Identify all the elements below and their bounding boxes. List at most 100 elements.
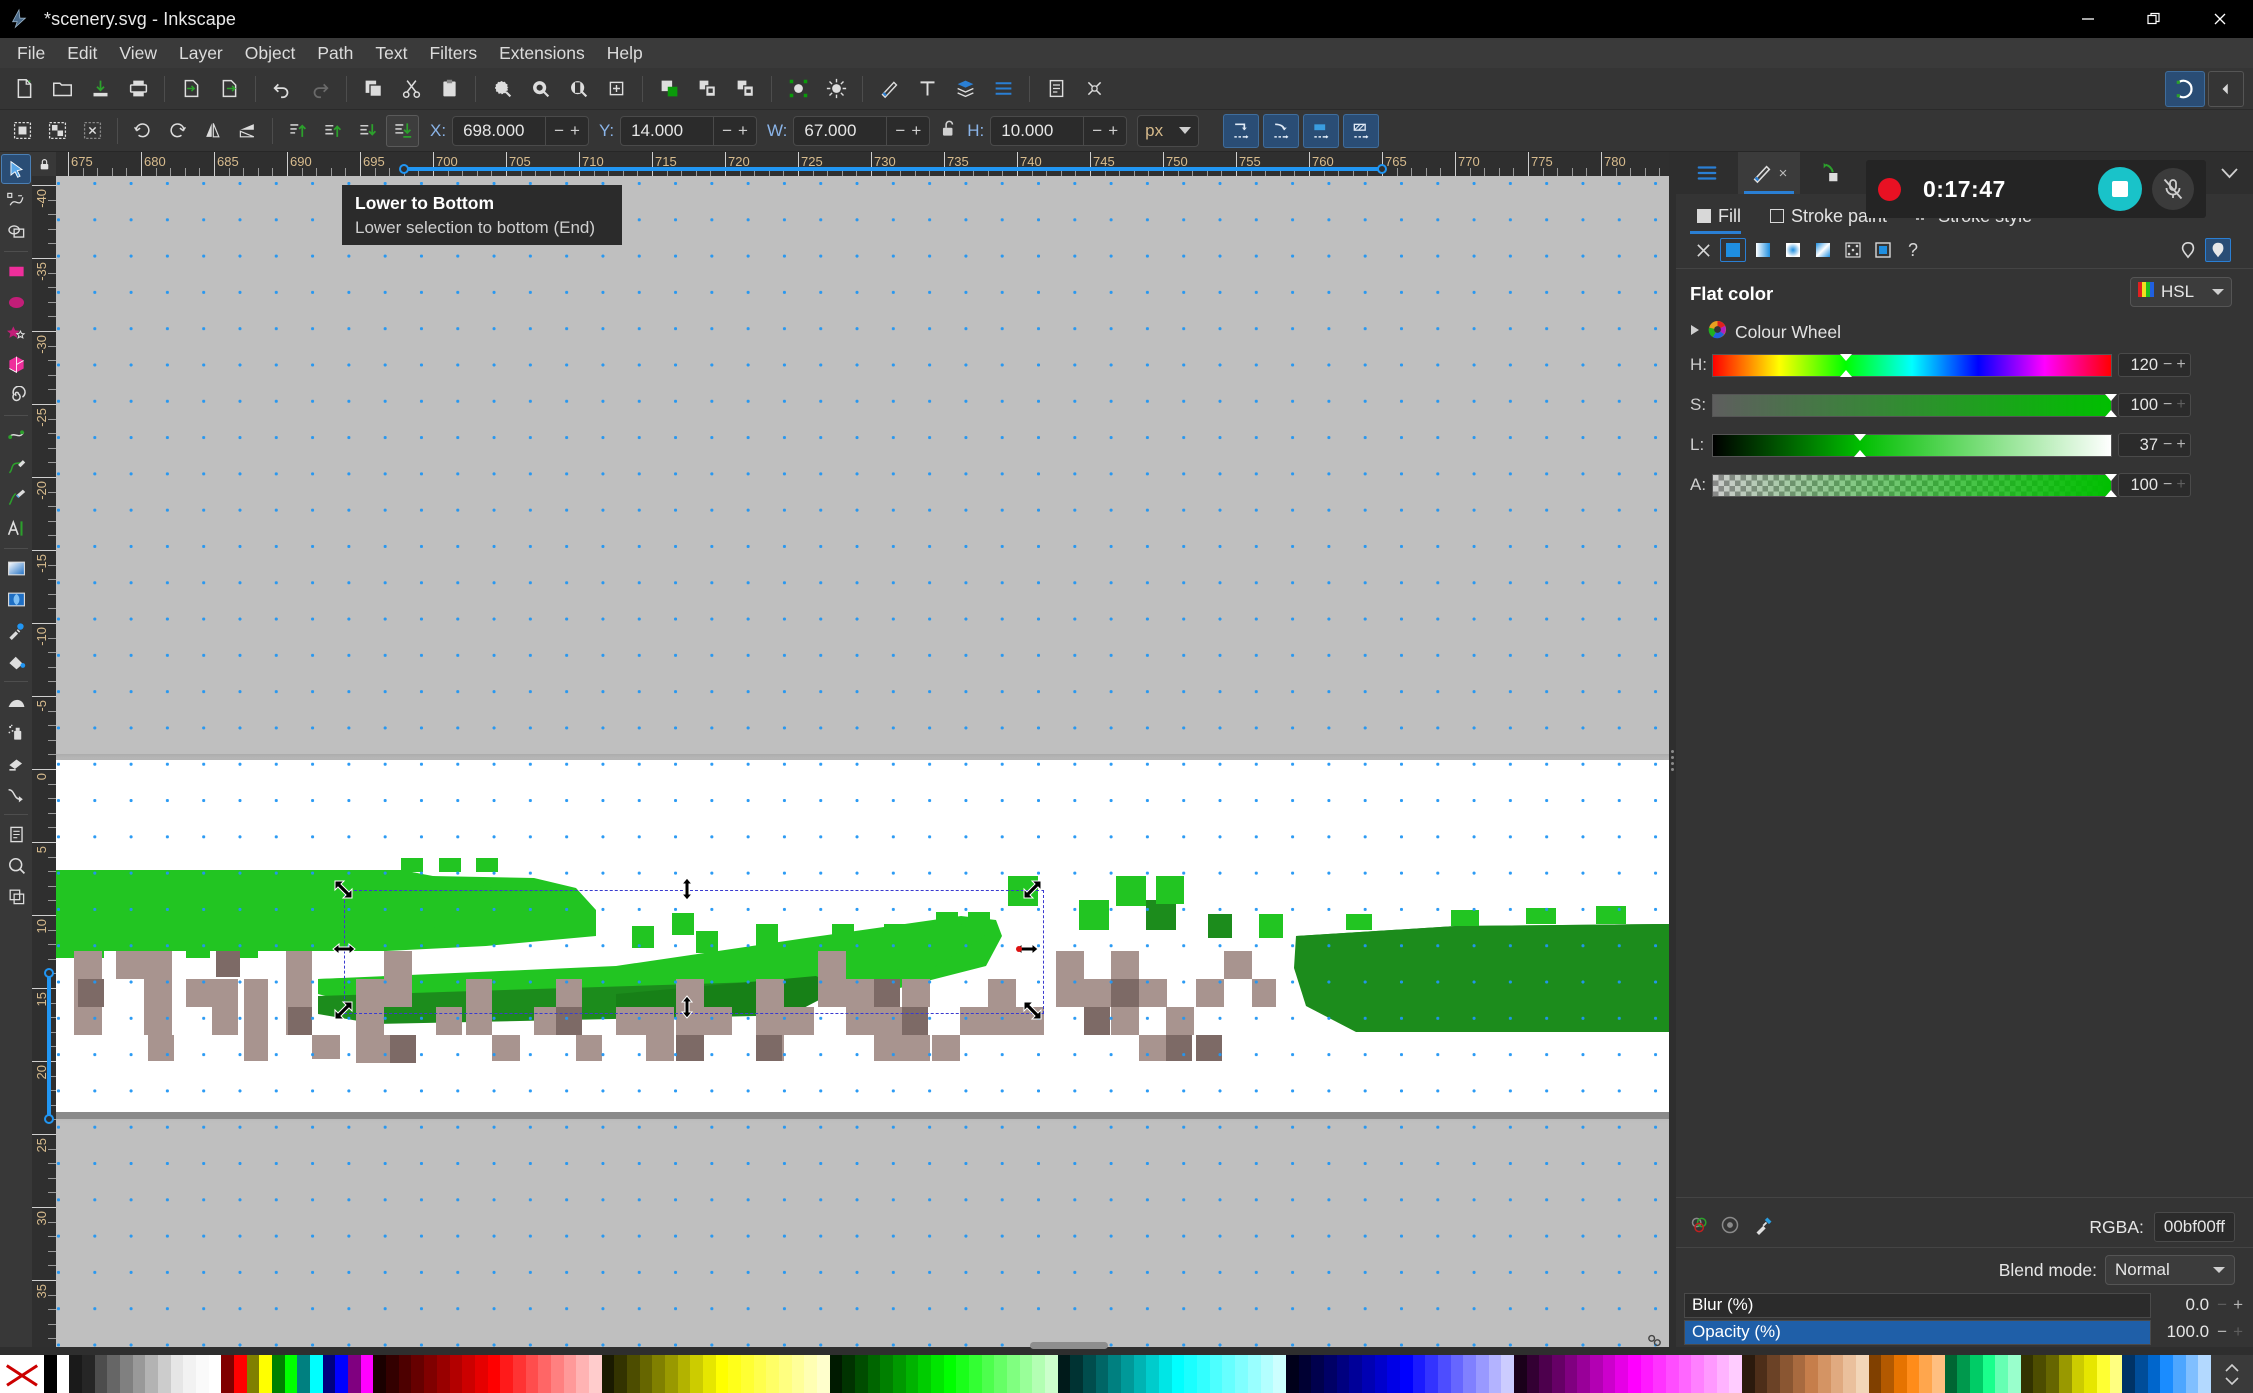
palette-swatch[interactable] [778, 1355, 792, 1393]
palette-swatch[interactable] [1285, 1355, 1299, 1393]
menu-filters[interactable]: Filters [418, 40, 488, 67]
menu-file[interactable]: File [6, 40, 56, 67]
resize-ne-icon[interactable] [1018, 878, 1044, 904]
palette-swatch[interactable] [1666, 1355, 1679, 1393]
eraser-tool[interactable] [1, 748, 31, 778]
palette-swatch[interactable] [411, 1355, 425, 1393]
box3d-tool[interactable] [1, 349, 31, 379]
palette-swatch[interactable] [1970, 1355, 1983, 1393]
palette-swatch[interactable] [107, 1355, 121, 1393]
palette-swatch[interactable] [1894, 1355, 1907, 1393]
palette-swatch[interactable] [1830, 1355, 1844, 1393]
palette-swatch[interactable] [1982, 1355, 1996, 1393]
palette-swatch[interactable] [842, 1355, 855, 1393]
copy-icon[interactable] [355, 71, 391, 107]
y-stepper[interactable]: − + [713, 116, 756, 145]
color-palette[interactable] [0, 1355, 2253, 1393]
paste-icon[interactable] [431, 71, 467, 107]
deselect-icon[interactable] [76, 115, 109, 147]
palette-swatch[interactable] [234, 1355, 247, 1393]
ungroup-icon[interactable] [727, 71, 763, 107]
tweak-tool[interactable] [1, 686, 31, 716]
palette-swatch[interactable] [880, 1355, 894, 1393]
raise-to-top-icon[interactable] [281, 115, 314, 147]
spray-tool[interactable] [1, 717, 31, 747]
ellipse-tool[interactable] [1, 287, 31, 317]
palette-swatch[interactable] [2071, 1355, 2085, 1393]
palette-swatch[interactable] [2160, 1355, 2173, 1393]
menu-path[interactable]: Path [306, 40, 364, 67]
menu-extensions[interactable]: Extensions [488, 40, 596, 67]
palette-swatch[interactable] [500, 1355, 513, 1393]
palette-swatch[interactable] [1742, 1355, 1755, 1393]
palette-swatch[interactable] [474, 1355, 488, 1393]
gradient-tool[interactable] [1, 553, 31, 583]
palette-swatch[interactable] [867, 1355, 881, 1393]
palette-swatch[interactable] [1146, 1355, 1160, 1393]
select-all-layers-icon[interactable] [41, 115, 74, 147]
paint-pattern-button[interactable] [1840, 238, 1866, 262]
palette-swatch[interactable] [690, 1355, 703, 1393]
palette-swatch[interactable] [969, 1355, 982, 1393]
calligraphy-tool[interactable] [1, 482, 31, 512]
raise-icon[interactable] [316, 115, 349, 147]
palette-swatch[interactable] [1349, 1355, 1362, 1393]
unit-select[interactable]: px [1137, 114, 1200, 147]
pen-tool[interactable] [1, 451, 31, 481]
palette-swatch[interactable] [1589, 1355, 1603, 1393]
rotate-cw-icon[interactable] [161, 115, 194, 147]
rotation-lock-icon[interactable] [1640, 1330, 1668, 1350]
palette-swatch[interactable] [2020, 1355, 2034, 1393]
no-color-swatch[interactable] [0, 1355, 44, 1393]
palette-swatch[interactable] [1653, 1355, 1666, 1393]
palette-swatch[interactable] [1792, 1355, 1806, 1393]
fillrule-evenodd-button[interactable] [2175, 238, 2201, 262]
affect-gradients-icon[interactable] [1303, 113, 1340, 148]
color-space-select[interactable]: HSL [2130, 277, 2232, 307]
palette-swatch[interactable] [816, 1355, 830, 1393]
hue-value-field[interactable]: 120 − + [2118, 353, 2191, 377]
palette-swatch[interactable] [1209, 1355, 1223, 1393]
palette-swatch[interactable] [1678, 1355, 1692, 1393]
palette-swatch[interactable] [1374, 1355, 1388, 1393]
palette-swatch[interactable] [1767, 1355, 1781, 1393]
export-icon[interactable] [211, 71, 247, 107]
h-field[interactable]: 10.000 − + [990, 115, 1128, 146]
zoom-page-icon[interactable] [560, 71, 596, 107]
palette-swatch[interactable] [664, 1355, 678, 1393]
x-stepper[interactable]: − + [545, 116, 588, 145]
palette-swatch[interactable] [335, 1355, 349, 1393]
lightness-value-field[interactable]: 37 − + [2118, 433, 2191, 457]
palette-swatch[interactable] [855, 1355, 868, 1393]
star-tool[interactable] [1, 318, 31, 348]
palette-swatch[interactable] [905, 1355, 919, 1393]
palette-swatch[interactable] [1856, 1355, 1869, 1393]
palette-swatch[interactable] [1007, 1355, 1020, 1393]
menu-help[interactable]: Help [596, 40, 654, 67]
resize-s-icon[interactable] [674, 994, 700, 1020]
microphone-muted-button[interactable] [2152, 168, 2194, 210]
palette-swatch[interactable] [753, 1355, 767, 1393]
palette-swatch[interactable] [2185, 1355, 2199, 1393]
palette-swatch[interactable] [259, 1355, 273, 1393]
palette-swatch[interactable] [69, 1355, 83, 1393]
palette-swatch[interactable] [208, 1355, 222, 1393]
vertical-ruler[interactable]: -40 -35 -30 -25 -20 -15 -10 -5 0 5 10 15 20 25 30 35 [32, 176, 56, 1347]
palette-swatch[interactable] [1298, 1355, 1312, 1393]
palette-swatch[interactable] [2172, 1355, 2186, 1393]
palette-swatch[interactable] [284, 1355, 298, 1393]
palette-swatch[interactable] [120, 1355, 133, 1393]
palette-swatch[interactable] [639, 1355, 653, 1393]
palette-swatch[interactable] [1437, 1355, 1451, 1393]
xml-editor-icon[interactable] [780, 71, 816, 107]
node-tool[interactable] [1, 185, 31, 215]
palette-swatch[interactable] [1133, 1355, 1147, 1393]
horizontal-scrollbar-thumb[interactable] [1030, 1342, 1108, 1349]
pick-color-icon[interactable] [1754, 1215, 1774, 1240]
zoom-drawing-icon[interactable] [522, 71, 558, 107]
alpha-value-field[interactable]: 100 − + [2118, 473, 2191, 497]
resize-se-icon[interactable] [1018, 996, 1044, 1022]
snap-toggle-icon[interactable] [2165, 70, 2205, 107]
palette-swatch[interactable] [2008, 1355, 2021, 1393]
undo-icon[interactable] [264, 71, 300, 107]
